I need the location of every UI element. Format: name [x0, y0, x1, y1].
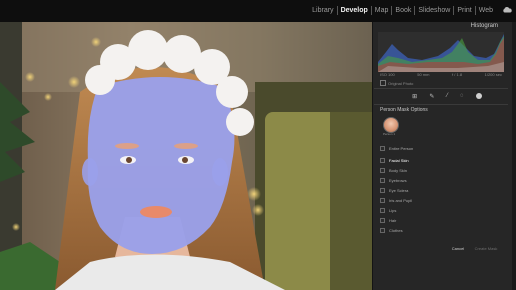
checkbox[interactable]: [380, 218, 385, 223]
histogram-exif: ISO 100 50 mm f / 1.8 1/200 sec: [380, 72, 502, 77]
option-facial-skin[interactable]: Facial Skin: [380, 158, 409, 163]
option-iris-and-pupil[interactable]: Iris and Pupil: [380, 198, 412, 203]
iso-label: ISO 100: [380, 72, 395, 77]
option-eye-sclera[interactable]: Eye Sclera: [380, 188, 408, 193]
module-map[interactable]: Map: [370, 6, 392, 15]
module-book[interactable]: Book: [391, 6, 414, 15]
module-library[interactable]: Library: [309, 6, 336, 15]
checkbox[interactable]: [380, 228, 385, 233]
cancel-button[interactable]: Cancel: [448, 244, 468, 252]
option-lips[interactable]: Lips: [380, 208, 396, 213]
create-mask-button[interactable]: Create Mask: [470, 244, 502, 252]
tool-strip: ⊞ ✎ ⁄ ◌: [374, 89, 508, 103]
brush-icon[interactable]: ⁄: [447, 93, 448, 99]
checkbox[interactable]: [380, 146, 385, 151]
original-photo-toggle[interactable]: Original Photo: [380, 80, 413, 86]
module-web[interactable]: Web: [474, 6, 496, 15]
module-slideshow[interactable]: Slideshow: [414, 6, 453, 15]
checkbox[interactable]: [380, 198, 385, 203]
module-print[interactable]: Print: [453, 6, 474, 15]
cloud-icon[interactable]: [502, 6, 512, 13]
mask-icon[interactable]: [475, 93, 482, 99]
option-hair[interactable]: Hair: [380, 218, 396, 223]
original-photo-checkbox[interactable]: [380, 80, 386, 86]
checkbox[interactable]: [380, 208, 385, 213]
histogram-title[interactable]: Histogram: [471, 23, 498, 29]
portrait-image: [0, 22, 372, 290]
checkbox[interactable]: [380, 178, 385, 183]
module-picker-bar: Library Develop Map Book Slideshow Print…: [0, 0, 516, 22]
module-menu: Library Develop Map Book Slideshow Print…: [309, 6, 496, 15]
focal-length-label: 50 mm: [417, 72, 430, 77]
aperture-label: f / 1.8: [452, 72, 463, 77]
person-avatar[interactable]: [383, 117, 399, 133]
checkbox[interactable]: [380, 168, 385, 173]
person-mask-options-title: Person Mask Options: [380, 107, 428, 113]
checkbox[interactable]: [380, 188, 385, 193]
redeye-icon[interactable]: ◌: [460, 93, 464, 99]
checkbox[interactable]: [380, 158, 385, 163]
option-body-skin[interactable]: Body Skin: [380, 168, 407, 173]
histogram-graph[interactable]: [378, 32, 504, 72]
option-entire-person[interactable]: Entire Person: [380, 146, 413, 151]
photo-canvas[interactable]: [0, 22, 372, 290]
original-photo-label: Original Photo: [388, 80, 414, 86]
shutter-speed-label: 1/200 sec: [484, 72, 502, 77]
module-develop[interactable]: Develop: [336, 6, 371, 15]
panel-scrollbar[interactable]: [512, 22, 516, 290]
option-clothes[interactable]: Clothes: [380, 228, 403, 233]
panel-divider-2: [374, 104, 508, 105]
option-eyebrows[interactable]: Eyebrows: [380, 178, 407, 183]
healing-icon[interactable]: ✎: [429, 93, 434, 100]
person-label: Person 1: [383, 132, 396, 136]
crop-icon[interactable]: ⊞: [412, 93, 417, 100]
